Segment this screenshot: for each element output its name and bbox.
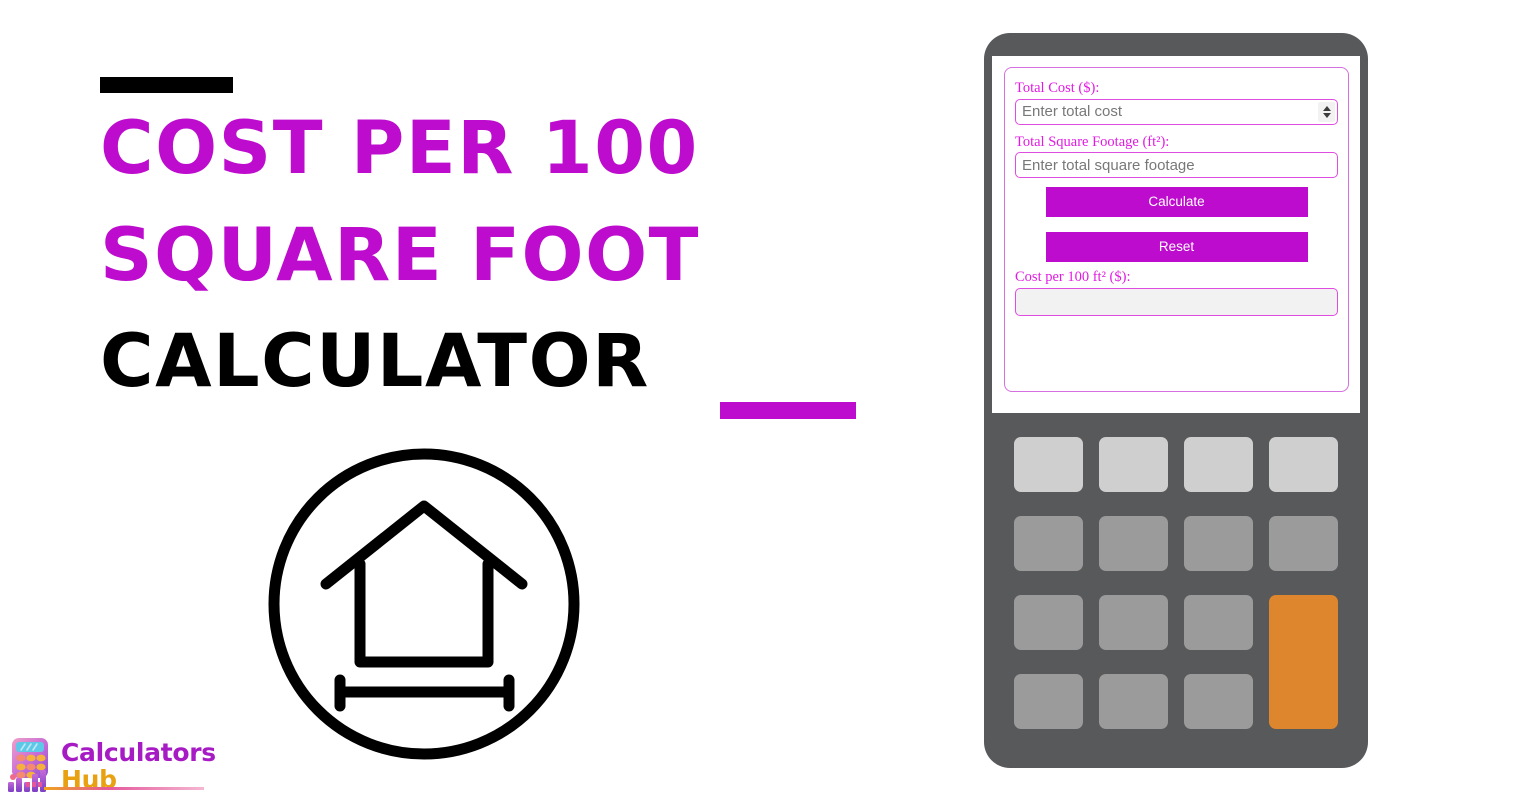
accent-bar-purple <box>720 402 856 419</box>
result-output-field[interactable] <box>1015 288 1338 317</box>
calculate-button[interactable]: Calculate <box>1045 187 1308 218</box>
calculator-form-card: Total Cost ($): Total Square Footage (ft… <box>1004 67 1349 392</box>
keypad-key[interactable] <box>1099 516 1168 571</box>
keypad-key[interactable] <box>1269 516 1338 571</box>
brand-line-1: Calculators <box>61 738 216 767</box>
page-title-line-1: COST PER 100 <box>100 106 699 191</box>
page-title: COST PER 100 SQUARE FOOT CALCULATOR <box>100 96 900 416</box>
keypad-key[interactable] <box>1099 595 1168 650</box>
reset-button[interactable]: Reset <box>1045 232 1308 263</box>
keypad-key-accent[interactable] <box>1269 595 1338 729</box>
brand-dots-decoration <box>26 782 42 787</box>
calculator-keypad <box>1014 437 1338 729</box>
keypad-key[interactable] <box>1184 437 1253 492</box>
house-measurement-icon <box>268 448 580 760</box>
total-cost-spinner[interactable] <box>1318 101 1335 122</box>
keypad-key[interactable] <box>1014 516 1083 571</box>
brand-underline-decoration <box>44 787 204 790</box>
keypad-key[interactable] <box>1184 595 1253 650</box>
keypad-key[interactable] <box>1184 516 1253 571</box>
keypad-key[interactable] <box>1014 595 1083 650</box>
spinner-down-icon[interactable] <box>1322 112 1331 118</box>
total-cost-label: Total Cost ($): <box>1015 80 1100 96</box>
accent-bar-black <box>100 77 233 93</box>
page-root: COST PER 100 SQUARE FOOT CALCULATOR Calc… <box>0 0 1520 800</box>
keypad-key[interactable] <box>1269 437 1338 492</box>
keypad-key[interactable] <box>1014 437 1083 492</box>
result-label: Cost per 100 ft² ($): <box>1015 269 1131 286</box>
keypad-key[interactable] <box>1099 437 1168 492</box>
total-square-footage-label: Total Square Footage (ft²): <box>1015 133 1170 150</box>
brand-wordmark: Calculators Hub <box>61 736 216 792</box>
spinner-up-icon[interactable] <box>1322 105 1331 111</box>
total-cost-input[interactable] <box>1015 98 1338 125</box>
page-title-line-2: SQUARE FOOT <box>100 212 700 298</box>
total-square-footage-input[interactable] <box>1015 152 1338 179</box>
keypad-key[interactable] <box>1099 674 1168 729</box>
total-cost-input-wrap <box>1015 98 1338 125</box>
keypad-key[interactable] <box>1184 674 1253 729</box>
page-title-line-3: CALCULATOR <box>100 319 650 405</box>
keypad-key[interactable] <box>1014 674 1083 729</box>
